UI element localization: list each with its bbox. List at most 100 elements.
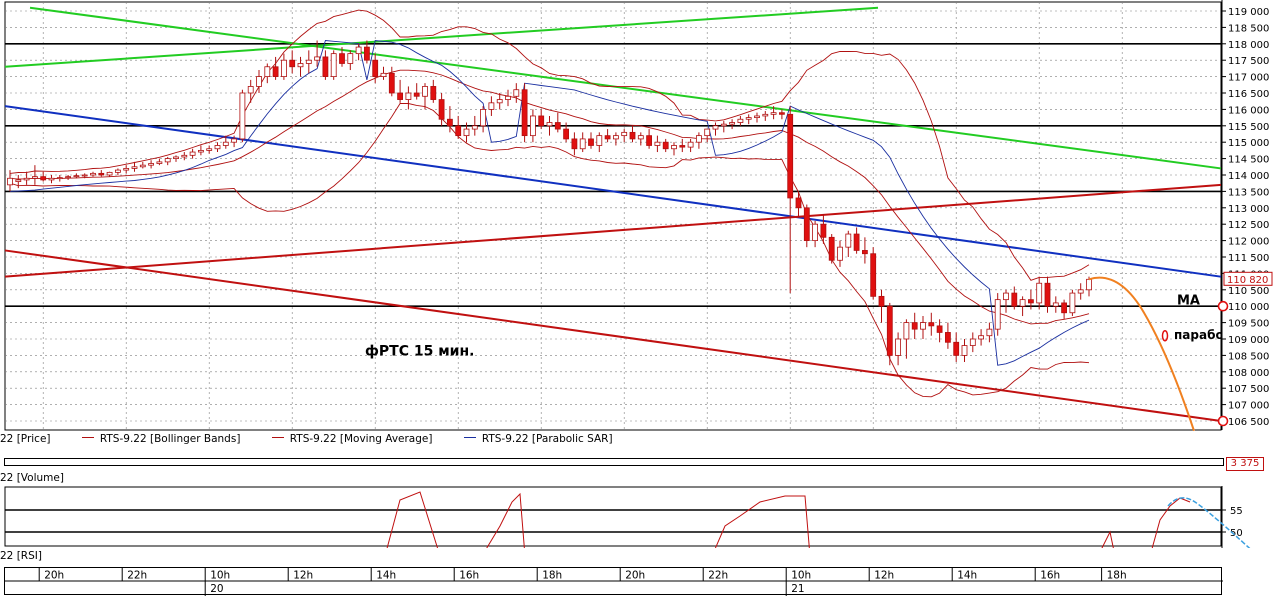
candle-body <box>521 89 528 137</box>
candle-body <box>40 176 47 181</box>
time-tick-label: 12h <box>293 570 313 582</box>
price-tick-label: 114 000 <box>1228 171 1269 182</box>
candle-body <box>90 172 96 176</box>
price-tick-label: 108 500 <box>1228 351 1269 362</box>
time-tick-label: 18h <box>542 570 562 582</box>
candle-body <box>779 112 785 115</box>
price-tick-label: 114 500 <box>1228 155 1269 166</box>
time-tick-label: 10h <box>210 570 230 582</box>
candle-body <box>48 177 55 181</box>
candle-body <box>845 233 852 248</box>
rsi-pane-label: 22 [RSI] <box>0 550 42 562</box>
candle-body <box>471 125 478 130</box>
candle-body <box>513 89 520 97</box>
candle-body <box>737 118 744 123</box>
candle-body <box>1019 299 1026 307</box>
candle-body <box>945 332 951 343</box>
time-tick-label: 10h <box>791 570 811 582</box>
candle-body <box>936 325 943 333</box>
candle-body <box>969 338 976 346</box>
candle-body <box>355 46 362 55</box>
candle-body <box>654 141 661 146</box>
candle-body <box>795 197 802 209</box>
candle-body <box>961 345 968 356</box>
candle-body <box>330 53 337 77</box>
candle-body <box>106 171 113 176</box>
candle-body <box>115 169 121 173</box>
candle-body <box>189 151 196 156</box>
candle-body <box>339 53 345 64</box>
time-tick-label: 14h <box>376 570 396 582</box>
legend-price: 22 [Price] <box>0 433 51 445</box>
price-tick-label: 108 000 <box>1228 368 1269 379</box>
last-price-label: 110 820 <box>1227 275 1268 286</box>
rsi-pane[interactable]: 55 50 <box>0 486 1275 548</box>
candle-body <box>903 322 910 340</box>
rsi-chart[interactable]: 5550 <box>0 486 1275 548</box>
rsi-tick-label: 55 <box>1230 506 1243 517</box>
time-tick-label: 22h <box>708 570 728 582</box>
candle-body <box>405 92 412 100</box>
candle-body <box>886 305 893 356</box>
time-tick-label: 22h <box>127 570 147 582</box>
candle-body <box>978 335 984 340</box>
time-tick-label: 18h <box>1107 570 1127 582</box>
price-tick-label: 118 000 <box>1228 40 1269 51</box>
price-tick-label: 118 500 <box>1228 23 1269 34</box>
price-chart[interactable]: фРТС 15 мин.MAпараболик119 000118 500118… <box>0 0 1275 432</box>
time-tick-label: 14h <box>957 570 977 582</box>
candle-body <box>662 141 669 150</box>
candle-body <box>123 168 130 171</box>
price-tick-label: 112 500 <box>1228 220 1269 231</box>
candle-body <box>1052 302 1059 307</box>
time-axis-svg: 20h 22h 10h 12h 14h 16h 18h 20h 22h 10h 12h 14h 16h 1… <box>5 568 1223 596</box>
candle-body <box>214 145 221 150</box>
candle-body <box>1069 292 1076 314</box>
candle-body <box>347 53 354 64</box>
candle-body <box>920 322 926 330</box>
price-tick-label: 117 500 <box>1228 56 1269 67</box>
candle-body <box>1077 289 1084 294</box>
price-pane[interactable]: фРТС 15 мин. MA параболик 119 000 118 500 118… <box>0 0 1275 432</box>
price-tick-label: 109 000 <box>1228 335 1269 346</box>
time-tick-label: 20h <box>44 570 64 582</box>
candle-body <box>446 118 453 127</box>
overview-strip[interactable] <box>4 458 1224 466</box>
candle-body <box>953 341 960 356</box>
candle-body <box>1044 282 1051 307</box>
volume-value-badge: 3 375 <box>1226 457 1264 471</box>
candle-body <box>197 149 204 153</box>
ma-annotation: MA <box>1177 294 1200 309</box>
candle-body <box>496 99 503 104</box>
price-tick-label: 117 000 <box>1228 73 1269 84</box>
price-tick-label: 115 500 <box>1228 122 1269 133</box>
candle-body <box>280 59 287 78</box>
candle-body <box>745 117 752 120</box>
candle-body <box>173 156 179 160</box>
time-axis[interactable]: 20h 22h 10h 12h 14h 16h 18h 20h 22h 10h 12h 14h 16h 1… <box>4 567 1223 596</box>
candle-body <box>837 246 843 261</box>
candle-body <box>812 223 818 241</box>
candle-body <box>264 66 271 78</box>
candle-body <box>671 145 677 150</box>
time-tick-label: 16h <box>459 570 479 582</box>
price-tick-label: 111 500 <box>1228 253 1269 264</box>
candle-body <box>538 115 545 127</box>
candle-body <box>696 135 702 143</box>
candle-body <box>911 322 918 330</box>
price-tick-label: 116 500 <box>1228 89 1269 100</box>
price-tick-label: 106 500 <box>1228 417 1269 428</box>
axis-marker-target <box>1217 415 1229 427</box>
price-tick-label: 113 500 <box>1228 187 1269 198</box>
price-tick-label: 109 500 <box>1228 319 1269 330</box>
candle-body <box>231 138 238 143</box>
candle-body <box>23 177 30 181</box>
candle-body <box>480 109 487 127</box>
rsi-plot-frame <box>4 486 1222 547</box>
candle-body <box>596 135 603 146</box>
price-tick-label: 110 000 <box>1228 302 1269 313</box>
candle-body <box>679 145 686 148</box>
candle-body <box>239 92 246 140</box>
candle-body <box>289 59 296 68</box>
candle-body <box>372 59 379 78</box>
